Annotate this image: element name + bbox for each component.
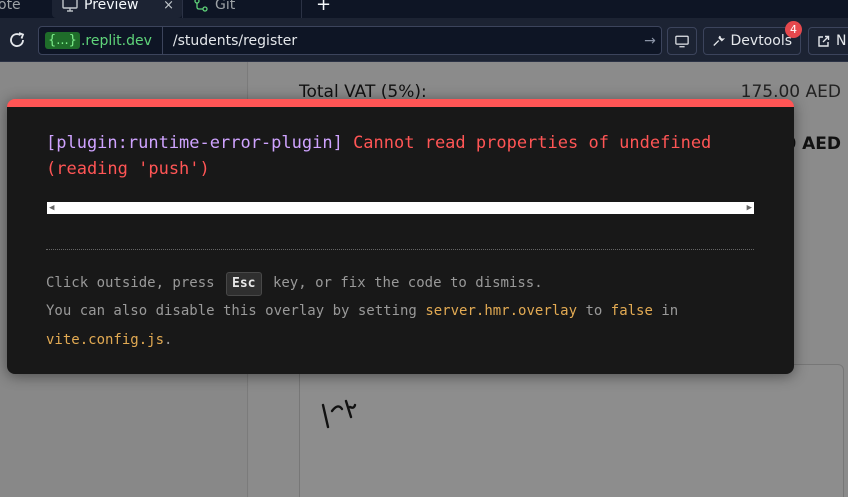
tab-preview-label: Preview [84,0,139,13]
scroll-right-icon[interactable]: ▶ [747,202,752,214]
tip-period: . [164,332,173,348]
domain-display: {...} .replit.dev [39,27,163,54]
address-bar[interactable]: {...} .replit.dev /students/register → [38,26,662,55]
add-tab-button[interactable]: + [316,0,331,15]
external-link-icon [818,35,830,47]
devtools-button[interactable]: Devtools 4 [703,21,802,55]
scroll-left-icon[interactable]: ◀ [49,202,54,214]
signature-pad[interactable] [299,364,844,497]
domain-chip: {...} [45,32,80,49]
setting-value: false [610,303,653,319]
devtools-badge: 4 [785,21,802,38]
monitor-icon [675,35,689,47]
code-frame-scrollbar[interactable]: ◀ ▶ [47,202,754,214]
open-new-tab-button[interactable]: N [808,27,848,55]
wrench-icon [713,35,725,46]
git-branch-icon [194,0,208,12]
domain-suffix: .replit.dev [80,32,152,49]
devtools-label: Devtools [730,33,792,49]
tip-text: in [661,303,679,319]
error-plugin-name: [plugin:runtime-error-plugin] [46,133,343,153]
tab-note-label: ote [0,0,21,13]
tab-git[interactable]: Git [182,0,302,18]
config-file-name: vite.config.js [46,332,165,348]
tab-preview[interactable]: Preview × [52,0,182,18]
screen-size-button[interactable] [667,27,697,55]
tip-text: You can also disable this overlay by set… [46,303,417,319]
tip-text: to [585,303,603,319]
disable-tip: You can also disable this overlay by set… [46,301,678,321]
newtab-label: N [836,33,847,49]
divider [46,249,754,250]
monitor-icon [62,0,78,12]
reload-icon[interactable] [8,31,26,49]
error-message: [plugin:runtime-error-plugin] Cannot rea… [46,130,756,182]
url-bar: {...} .replit.dev /students/register → D… [0,18,848,62]
esc-key: Esc [226,272,262,296]
setting-name: server.hmr.overlay [425,303,578,319]
url-path-input[interactable]: /students/register [163,33,639,49]
tab-note[interactable]: ote [0,0,21,18]
signature-stroke [321,399,357,429]
tip-text: key, or fix the code to dismiss. [272,275,543,291]
config-file-tip: vite.config.js. [46,330,172,350]
close-icon[interactable]: × [163,0,174,13]
tip-text: Click outside, press [46,275,215,291]
go-arrow-icon[interactable]: → [639,33,661,49]
tab-git-label: Git [215,0,236,13]
error-overlay: [plugin:runtime-error-plugin] Cannot rea… [7,99,794,374]
dismiss-tip: Click outside, press Esc key, or fix the… [46,272,543,296]
tab-strip: ote Preview × Git + [0,0,848,18]
